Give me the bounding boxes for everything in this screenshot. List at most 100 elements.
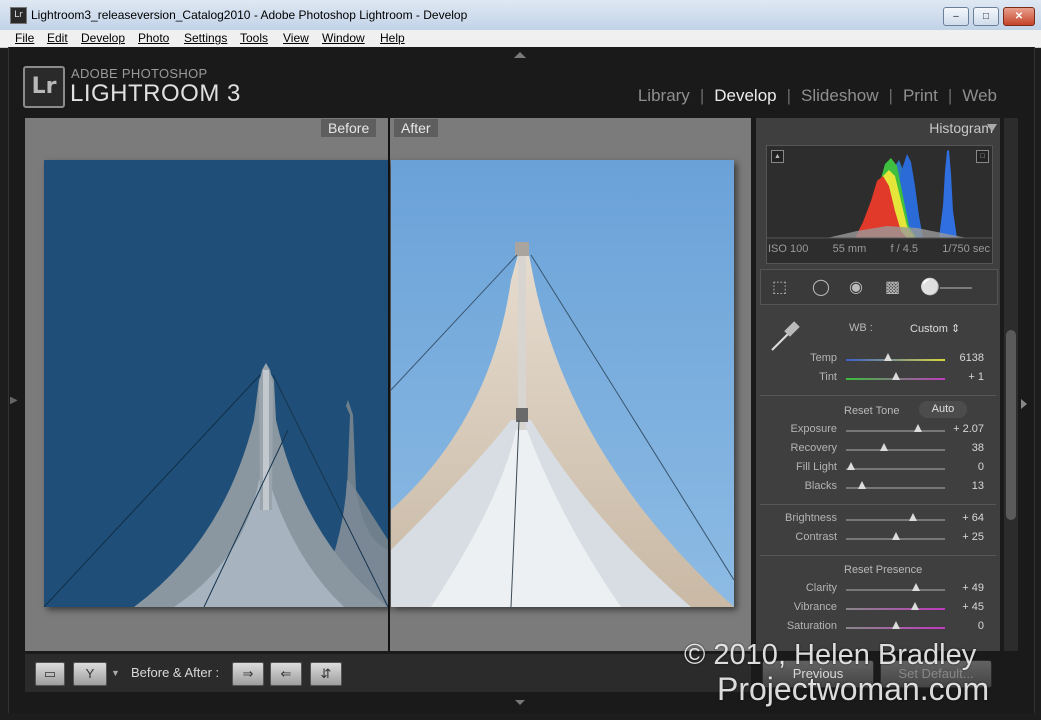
loupe-view-icon[interactable]: ▭ (35, 662, 65, 686)
slider-track-temp[interactable] (846, 359, 945, 361)
histogram-exif: ISO 100 55 mm f / 4.5 1/750 sec (768, 243, 990, 255)
filmstrip-toggle-icon[interactable] (515, 700, 525, 705)
window-title: Lightroom3_releaseversion_Catalog2010 - … (31, 8, 468, 22)
slider-thumb-tint[interactable] (892, 372, 901, 380)
before-photo[interactable] (44, 160, 388, 607)
slider-thumb-saturation[interactable] (891, 621, 900, 629)
menu-tools[interactable]: Tools (240, 31, 268, 45)
before-after-label: Before & After : (131, 665, 220, 680)
slider-value-vibrance[interactable]: + 45 (944, 601, 984, 613)
module-picker: Library | Develop | Slideshow | Print | Web (637, 86, 997, 105)
reset-tone-button[interactable]: Reset Tone (844, 405, 899, 417)
slider-label-vibrance: Vibrance (793, 601, 837, 613)
module-develop[interactable]: Develop (714, 86, 776, 105)
minimize-icon[interactable]: – (943, 7, 969, 26)
close-icon[interactable]: ✕ (1003, 7, 1035, 26)
section-divider (760, 395, 996, 396)
shadow-clipping-icon[interactable]: ▲ (771, 150, 784, 163)
wb-select[interactable]: Custom ⇕ (910, 322, 960, 335)
slider-track-clarity[interactable] (846, 589, 945, 591)
slider-label-clarity: Clarity (805, 582, 837, 594)
slider-label-brightness: Brightness (785, 512, 837, 524)
maximize-icon[interactable]: □ (973, 7, 999, 26)
slider-value-temp[interactable]: 6138 (944, 352, 984, 364)
adjustment-brush-icon[interactable]: ⚪—— (920, 277, 972, 297)
red-eye-icon[interactable]: ◉ (849, 277, 863, 297)
slider-value-clarity[interactable]: + 49 (944, 582, 984, 594)
menu-help[interactable]: Help (380, 31, 405, 45)
menu-develop[interactable]: Develop (81, 31, 125, 45)
wb-label: WB : (849, 322, 873, 334)
slider-track-vibrance[interactable] (846, 608, 945, 610)
menu-edit[interactable]: Edit (47, 31, 68, 45)
window-titlebar: Lr Lightroom3_releaseversion_Catalog2010… (0, 0, 1041, 31)
highlight-clipping-icon[interactable]: □ (976, 150, 989, 163)
crop-icon[interactable]: ⬚ (772, 277, 787, 297)
before-label: Before (321, 119, 377, 137)
slider-track-fill-light[interactable] (846, 468, 945, 470)
slider-label-fill-light: Fill Light (796, 461, 837, 473)
wb-select-value: Custom (910, 323, 948, 335)
before-after-divider (388, 118, 390, 651)
graduated-filter-icon[interactable]: ▩ (885, 277, 900, 297)
focal-length: 55 mm (832, 243, 867, 255)
scrollbar-thumb[interactable] (1006, 330, 1016, 520)
slider-thumb-fill-light[interactable] (846, 462, 855, 470)
slider-thumb-blacks[interactable] (857, 481, 866, 489)
slider-thumb-temp[interactable] (883, 353, 892, 361)
left-panel-toggle-icon[interactable]: ▶ (10, 395, 18, 406)
slider-label-recovery: Recovery (790, 442, 837, 454)
menu-settings[interactable]: Settings (184, 31, 227, 45)
wb-eyedropper-icon[interactable] (768, 320, 802, 354)
module-library[interactable]: Library (638, 86, 690, 105)
module-print[interactable]: Print (903, 86, 938, 105)
top-panel-toggle-icon[interactable] (514, 52, 526, 58)
slider-thumb-clarity[interactable] (912, 583, 921, 591)
after-photo[interactable] (391, 160, 734, 607)
slider-track-exposure[interactable] (846, 430, 945, 432)
histogram-title[interactable]: Histogram (929, 120, 993, 136)
slider-value-saturation[interactable]: 0 (944, 620, 984, 632)
spot-removal-icon[interactable]: ◯ (812, 277, 830, 297)
logo-big-text: LIGHTROOM 3 (70, 80, 241, 107)
slider-value-exposure[interactable]: + 2.07 (944, 423, 984, 435)
slider-thumb-recovery[interactable] (879, 443, 888, 451)
auto-tone-button[interactable]: Auto (919, 401, 967, 418)
module-web[interactable]: Web (962, 86, 997, 105)
module-slideshow[interactable]: Slideshow (801, 86, 879, 105)
slider-value-recovery[interactable]: 38 (944, 442, 984, 454)
watermark-site: Projectwoman.com (717, 671, 990, 707)
slider-thumb-vibrance[interactable] (911, 602, 920, 610)
collapse-triangle-icon[interactable] (987, 124, 997, 132)
slider-thumb-contrast[interactable] (891, 532, 900, 540)
slider-value-fill-light[interactable]: 0 (944, 461, 984, 473)
slider-track-recovery[interactable] (846, 449, 945, 451)
menu-view[interactable]: View (283, 31, 309, 45)
slider-track-brightness[interactable] (846, 519, 945, 521)
slider-thumb-brightness[interactable] (909, 513, 918, 521)
slider-label-temp: Temp (810, 352, 837, 364)
shutter-speed: 1/750 sec (942, 243, 990, 255)
menu-photo[interactable]: Photo (138, 31, 169, 45)
slider-label-blacks: Blacks (804, 480, 837, 492)
lr-logo-badge: Lr (23, 66, 65, 108)
slider-value-blacks[interactable]: 13 (944, 480, 984, 492)
menu-bar: File Edit Develop Photo Settings Tools V… (0, 30, 1041, 48)
logo-small-text: ADOBE PHOTOSHOP (71, 66, 208, 81)
slider-value-tint[interactable]: + 1 (944, 371, 984, 383)
swap-before-after-icon[interactable]: ⇵ (310, 662, 342, 686)
slider-value-contrast[interactable]: + 25 (944, 531, 984, 543)
app-icon: Lr (10, 7, 27, 24)
slider-thumb-exposure[interactable] (914, 424, 923, 432)
menu-file[interactable]: File (15, 31, 34, 45)
slider-value-brightness[interactable]: + 64 (944, 512, 984, 524)
reset-presence-button[interactable]: Reset Presence (844, 564, 922, 576)
copy-before-to-after-icon[interactable]: ⇒ (232, 662, 264, 686)
view-mode-dropdown-icon[interactable]: ▼ (111, 668, 120, 678)
before-after-view-icon[interactable]: Y (73, 662, 107, 686)
slider-label-contrast: Contrast (795, 531, 837, 543)
right-panel-toggle-icon[interactable] (1021, 399, 1027, 409)
slider-label-tint: Tint (819, 371, 837, 383)
menu-window[interactable]: Window (322, 31, 365, 45)
copy-after-to-before-icon[interactable]: ⇐ (270, 662, 302, 686)
